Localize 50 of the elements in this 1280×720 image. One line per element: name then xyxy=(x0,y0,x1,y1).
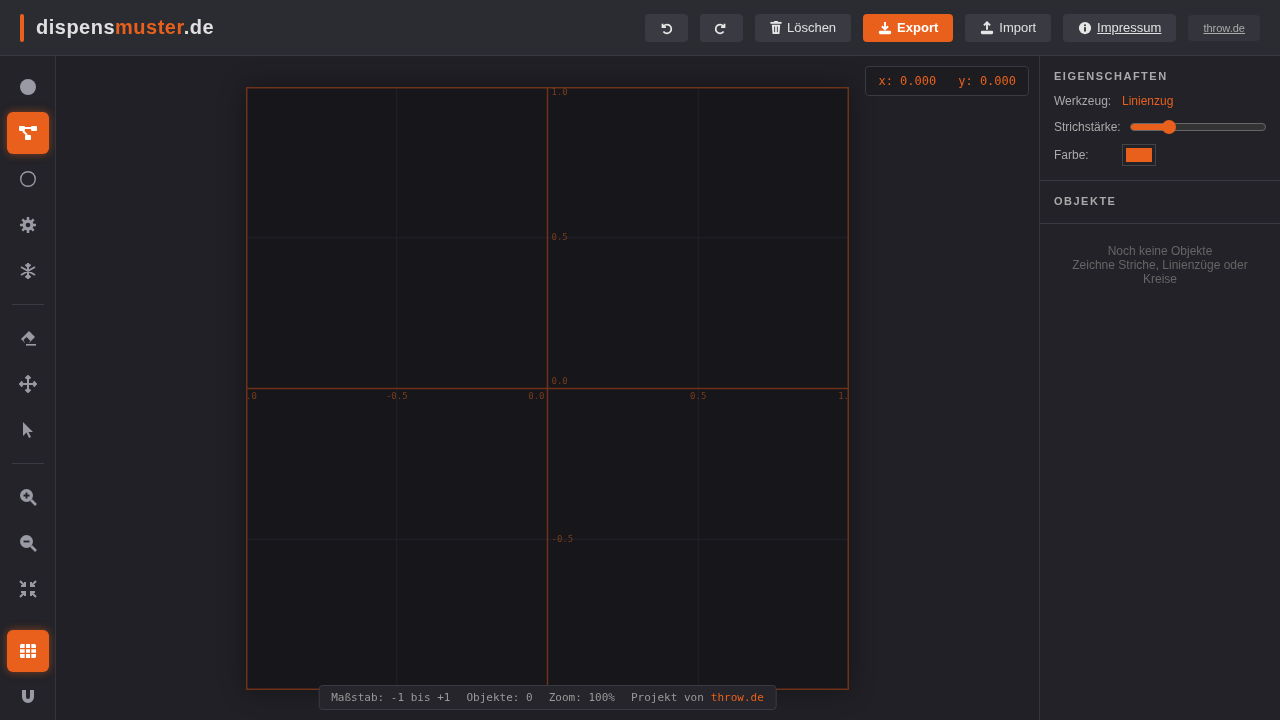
axis-label: 1.0 xyxy=(551,86,568,97)
site-link[interactable]: throw.de xyxy=(1188,14,1260,41)
field-label: Werkzeug: xyxy=(1054,94,1113,108)
dot-icon xyxy=(18,78,37,96)
axis-label: 0.0 xyxy=(551,376,568,386)
field-label: Strichstärke: xyxy=(1054,120,1122,134)
object-count: Objekte: 0 xyxy=(466,691,533,704)
axis-label: 1. xyxy=(838,391,849,401)
gear-icon xyxy=(18,216,37,234)
zoom-in-icon xyxy=(18,488,37,506)
move-icon xyxy=(18,375,37,393)
zoom-text: Zoom: 100% xyxy=(548,691,615,704)
scale-text: Maßstab: -1 bis +1 xyxy=(331,691,451,704)
import-button[interactable]: Import xyxy=(965,13,1052,42)
section-title: EIGENSCHAFTEN xyxy=(1054,70,1169,82)
axis-label: -0.5 xyxy=(551,533,574,544)
field-label: Farbe: xyxy=(1054,148,1090,162)
logo[interactable]: dispensmuster.de xyxy=(36,16,215,39)
redo-button[interactable] xyxy=(699,13,743,42)
polyline-tool[interactable] xyxy=(6,112,49,154)
download-icon xyxy=(878,20,893,35)
x-coordinate: x: 0.000 xyxy=(878,74,937,88)
grid-tool[interactable] xyxy=(6,630,49,672)
grid-icon xyxy=(18,642,37,660)
zoom-out-icon xyxy=(18,534,37,552)
polyline-icon xyxy=(18,124,37,142)
axis-label: 0.0 xyxy=(528,391,545,401)
tool-value: Linienzug xyxy=(1122,94,1174,108)
empty-hint: Zeichne Striche, Linienzüge oder Kreise xyxy=(1071,258,1249,286)
axis-label: 0.5 xyxy=(690,391,707,401)
credit-link[interactable]: throw.de xyxy=(710,691,764,704)
upload-icon xyxy=(980,20,995,35)
stroke-slider[interactable] xyxy=(1130,123,1266,131)
slider-thumb[interactable] xyxy=(1161,120,1176,134)
credit-text: Projekt von xyxy=(630,691,704,704)
y-coordinate: y: 0.000 xyxy=(958,74,1016,88)
info-icon xyxy=(1078,20,1093,35)
undo-button[interactable] xyxy=(644,13,688,42)
axis-label: 0.5 xyxy=(551,232,568,243)
circle-icon xyxy=(18,170,37,188)
empty-title: Noch keine Objekte xyxy=(1107,244,1213,258)
impressum-button[interactable]: Impressum xyxy=(1063,13,1177,42)
delete-button[interactable]: Löschen xyxy=(754,13,852,42)
fit-icon xyxy=(18,580,37,598)
trash-icon xyxy=(769,21,782,34)
logo-bar xyxy=(20,13,24,42)
section-title: OBJEKTE xyxy=(1054,195,1118,207)
snowflake-icon xyxy=(18,262,37,280)
axis-label: -0.5 xyxy=(385,391,408,401)
axis-label: .0 xyxy=(246,391,257,401)
